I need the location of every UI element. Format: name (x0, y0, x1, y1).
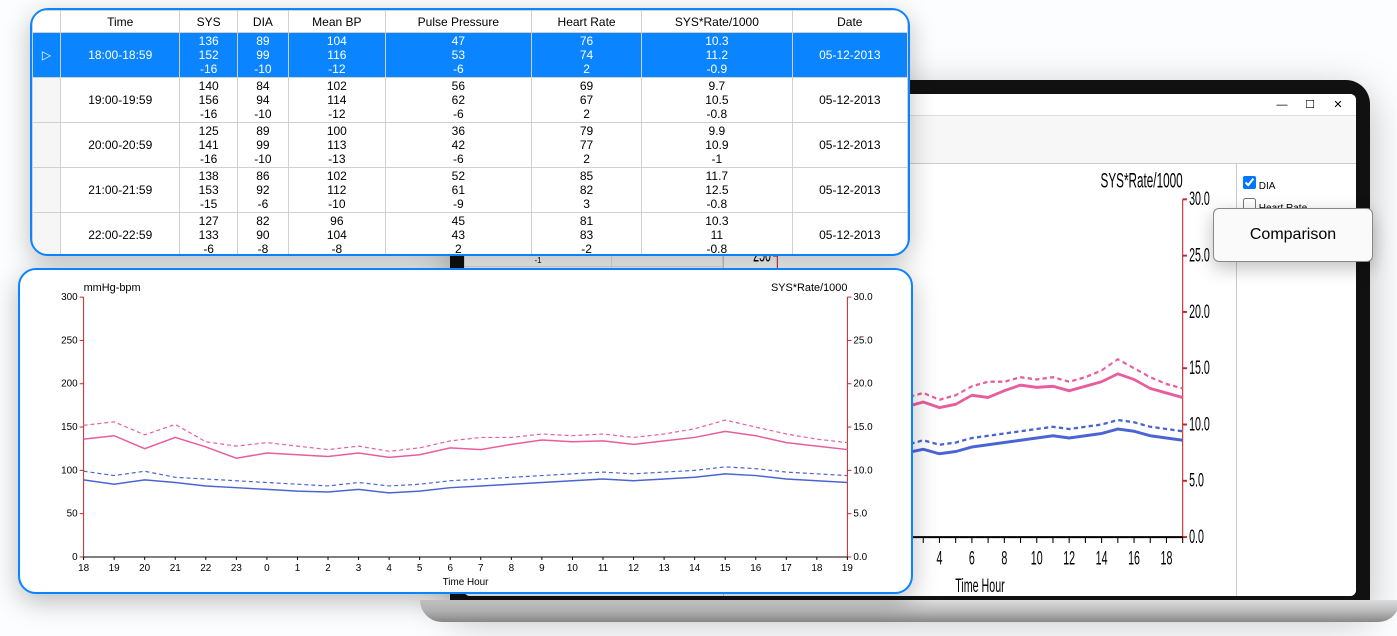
svg-text:22: 22 (200, 563, 212, 574)
svg-text:50: 50 (67, 509, 79, 520)
svg-text:30.0: 30.0 (853, 292, 873, 303)
column-header[interactable]: Date (792, 11, 907, 33)
svg-text:19: 19 (842, 563, 854, 574)
svg-text:7: 7 (478, 563, 484, 574)
svg-text:17: 17 (781, 563, 793, 574)
svg-text:11: 11 (598, 563, 609, 574)
svg-text:13: 13 (659, 563, 671, 574)
svg-text:12: 12 (1063, 548, 1075, 569)
svg-text:16: 16 (750, 563, 762, 574)
svg-text:18: 18 (78, 563, 90, 574)
column-header[interactable]: Pulse Pressure (385, 11, 531, 33)
svg-text:5.0: 5.0 (853, 509, 867, 520)
svg-text:15.0: 15.0 (853, 422, 873, 433)
svg-text:21: 21 (170, 563, 182, 574)
svg-text:250: 250 (61, 335, 78, 346)
svg-text:0: 0 (72, 552, 78, 563)
data-table[interactable]: TimeSYSDIAMean BPPulse PressureHeart Rat… (32, 10, 908, 256)
column-header[interactable]: SYS (180, 11, 237, 33)
svg-text:4: 4 (936, 548, 942, 569)
svg-text:0.0: 0.0 (853, 552, 867, 563)
svg-text:0: 0 (264, 563, 270, 574)
series-checkbox-0[interactable]: DIA (1243, 176, 1350, 192)
svg-text:3: 3 (356, 563, 362, 574)
svg-text:12: 12 (628, 563, 640, 574)
svg-text:20.0: 20.0 (853, 379, 873, 390)
svg-text:8: 8 (509, 563, 515, 574)
svg-text:1: 1 (295, 563, 301, 574)
svg-text:20.0: 20.0 (1189, 302, 1210, 323)
svg-text:15.0: 15.0 (1189, 358, 1210, 379)
svg-text:100: 100 (61, 465, 78, 476)
svg-text:SYS*Rate/1000: SYS*Rate/1000 (1101, 168, 1183, 193)
window-close-button[interactable]: ✕ (1324, 98, 1352, 111)
svg-text:18: 18 (1161, 548, 1173, 569)
svg-text:23: 23 (231, 563, 243, 574)
column-header[interactable]: DIA (237, 11, 288, 33)
svg-text:200: 200 (61, 379, 78, 390)
laptop-base (420, 600, 1397, 622)
table-row[interactable]: 19:00-19:59140156-168494-10102114-125662… (33, 78, 908, 123)
svg-text:10: 10 (567, 563, 579, 574)
svg-text:mmHg-bpm: mmHg-bpm (84, 282, 141, 294)
svg-text:SYS*Rate/1000: SYS*Rate/1000 (771, 282, 847, 294)
column-header[interactable]: Heart Rate (532, 11, 642, 33)
table-row[interactable]: 22:00-22:59127133-68290-896104-845432818… (33, 213, 908, 257)
comparison-button[interactable]: Comparison (1213, 208, 1373, 262)
svg-text:Time Hour: Time Hour (955, 576, 1004, 596)
data-table-panel: TimeSYSDIAMean BPPulse PressureHeart Rat… (30, 8, 910, 256)
column-header[interactable]: SYS*Rate/1000 (642, 11, 792, 33)
svg-text:25.0: 25.0 (853, 335, 873, 346)
svg-text:6: 6 (447, 563, 453, 574)
svg-text:300: 300 (61, 292, 78, 303)
svg-text:14: 14 (689, 563, 701, 574)
table-row[interactable]: ▷18:00-18:59136152-168999-10104116-12475… (33, 33, 908, 78)
column-header[interactable]: Time (61, 11, 180, 33)
svg-text:20: 20 (139, 563, 151, 574)
svg-text:6: 6 (969, 548, 975, 569)
svg-text:5: 5 (417, 563, 423, 574)
bp-chart: mmHg-bpmSYS*Rate/10000501001502002503000… (34, 278, 897, 588)
svg-text:19: 19 (109, 563, 121, 574)
column-header[interactable]: Mean BP (289, 11, 386, 33)
svg-text:15: 15 (720, 563, 732, 574)
svg-text:9: 9 (539, 563, 545, 574)
svg-text:0.0: 0.0 (1189, 527, 1204, 548)
svg-text:10.0: 10.0 (1189, 414, 1210, 435)
svg-text:10: 10 (1031, 548, 1043, 569)
svg-text:4: 4 (386, 563, 392, 574)
svg-text:2: 2 (325, 563, 331, 574)
svg-text:Time Hour: Time Hour (443, 577, 490, 588)
window-max-button[interactable]: ☐ (1296, 98, 1324, 111)
table-row[interactable]: 20:00-20:59125141-168999-10100113-133642… (33, 123, 908, 168)
svg-text:8: 8 (1001, 548, 1007, 569)
svg-text:30.0: 30.0 (1189, 189, 1210, 210)
svg-text:14: 14 (1096, 548, 1108, 569)
svg-text:5.0: 5.0 (1189, 471, 1204, 492)
window-min-button[interactable]: — (1268, 99, 1296, 111)
table-row[interactable]: 21:00-21:59138153-158692-6102112-105261-… (33, 168, 908, 213)
svg-text:25.0: 25.0 (1189, 245, 1210, 266)
svg-text:16: 16 (1128, 548, 1140, 569)
svg-text:10.0: 10.0 (853, 465, 873, 476)
svg-text:150: 150 (61, 422, 78, 433)
column-header[interactable] (33, 11, 61, 33)
svg-text:18: 18 (811, 563, 823, 574)
chart-panel: mmHg-bpmSYS*Rate/10000501001502002503000… (18, 268, 913, 594)
